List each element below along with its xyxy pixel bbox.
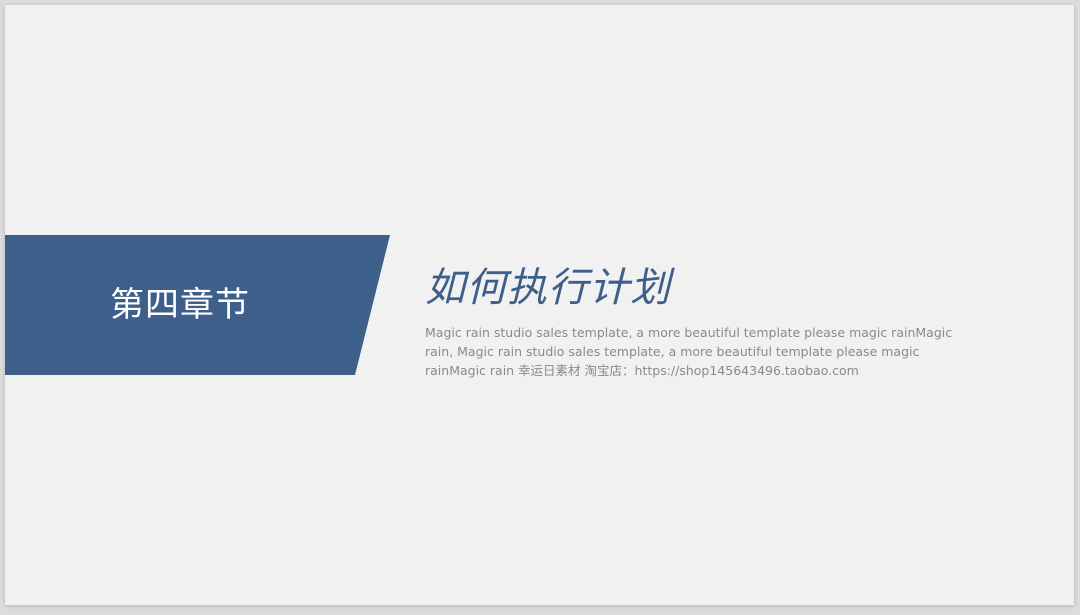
slide-description: Magic rain studio sales template, a more… [425, 325, 953, 378]
chapter-label: 第四章节 [110, 285, 250, 325]
slide-title: 如何执行计划 [425, 265, 671, 311]
slide: 第四章节 如何执行计划 Magic rain studio sales temp… [5, 5, 1074, 605]
chapter-banner: 第四章节 [5, 235, 390, 375]
